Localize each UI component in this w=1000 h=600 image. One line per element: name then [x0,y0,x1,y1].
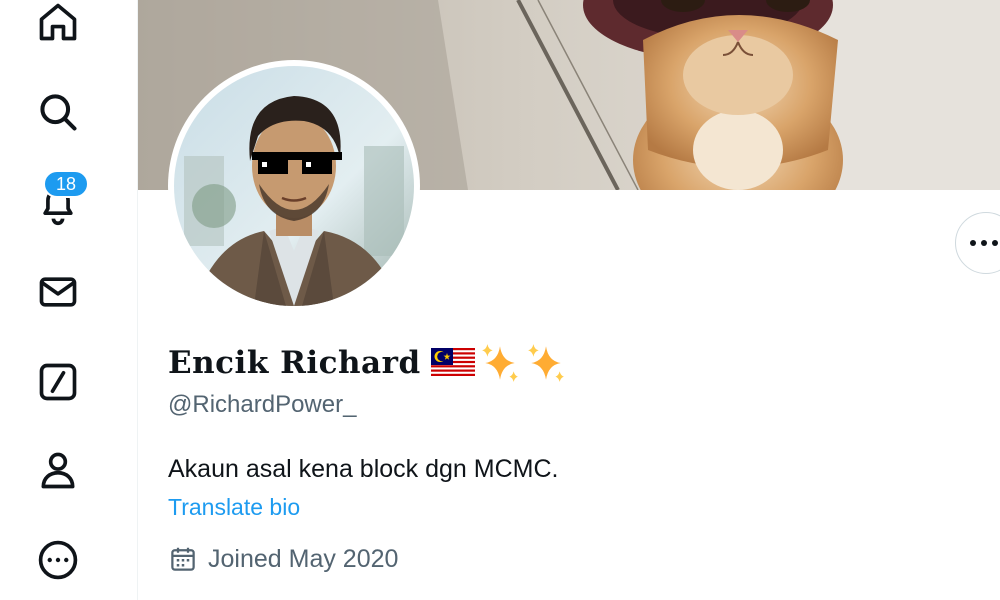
more-dot-icon [992,240,998,246]
nav-profile[interactable] [30,442,86,498]
profile-more-options-button[interactable] [955,212,1000,274]
home-icon [39,3,77,41]
translate-bio-link[interactable]: Translate bio [168,494,300,521]
profile-joined-date: Joined May 2020 [168,544,398,574]
malaysia-flag-icon [430,348,475,378]
nav-explore[interactable] [30,84,86,140]
profile-bio: Akaun asal kena block dgn MCMC. [168,455,559,483]
profile-handle: @RichardPower_ [168,391,357,418]
sparkles-icon [527,344,564,382]
person-icon [41,452,75,489]
search-icon [40,94,77,131]
calendar-icon [171,547,195,571]
more-dot-icon [981,240,987,246]
left-nav: 18 [0,0,137,600]
more-circle-icon [38,540,78,580]
more-dot-icon [970,240,976,246]
profile-name-row: Encik Richard [168,340,567,386]
profile-display-name: Encik Richard [168,345,421,381]
slash-square-icon [39,363,77,401]
nav-more[interactable] [30,532,86,588]
joined-date-text: Joined May 2020 [208,544,399,573]
profile-avatar[interactable] [168,60,420,312]
avatar-photo-man-sunglasses [174,66,414,306]
notification-count-badge: 18 [43,170,89,198]
nav-messages[interactable] [30,264,86,320]
sparkles-icon [481,344,518,382]
mail-icon [39,277,77,307]
nav-grok[interactable] [30,354,86,410]
nav-home[interactable] [30,0,86,50]
